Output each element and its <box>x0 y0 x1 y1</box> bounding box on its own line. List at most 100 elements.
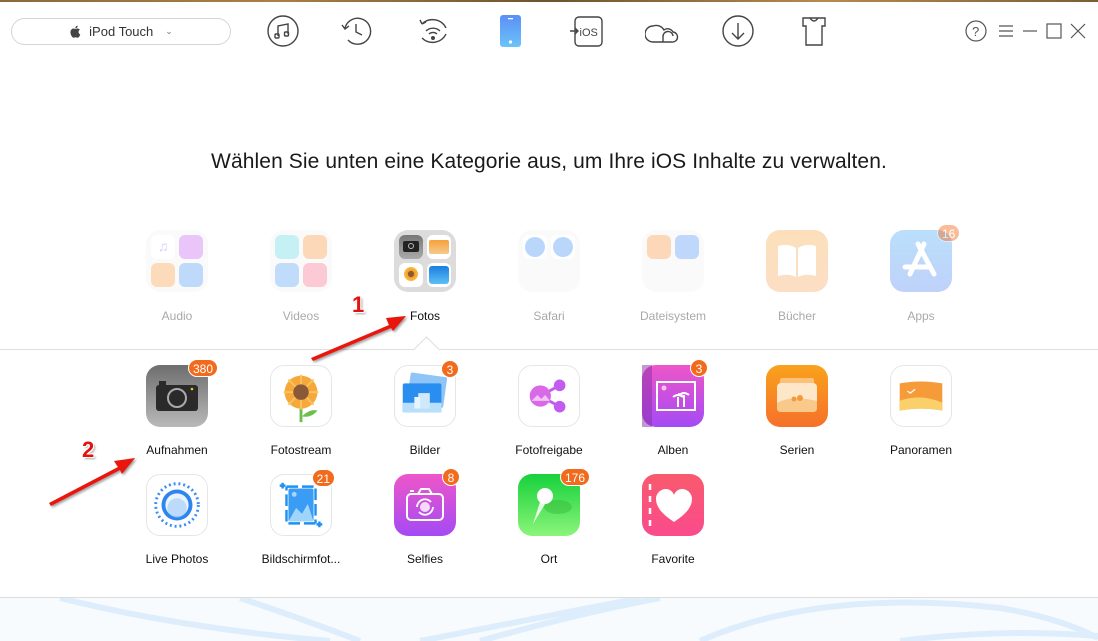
album-icon: 3 <box>642 359 708 427</box>
category-dateisystem[interactable]: Dateisystem <box>628 230 718 323</box>
camera-icon: 380 <box>146 359 218 427</box>
count-badge: 176 <box>559 468 590 486</box>
maximize-button[interactable] <box>1043 20 1065 42</box>
photo-share-icon <box>518 365 580 427</box>
backup-button[interactable] <box>340 14 374 48</box>
location-pin-icon: 176 <box>518 468 590 536</box>
subcategory-aufnahmen[interactable]: 380 Aufnahmen <box>127 359 227 457</box>
count-badge: 380 <box>187 359 218 377</box>
svg-text:?: ? <box>972 24 979 39</box>
category-label: Safari <box>533 309 565 323</box>
help-button[interactable]: ? <box>965 20 987 42</box>
device-icon <box>500 15 521 47</box>
menu-icon <box>999 25 1013 37</box>
dateisystem-folder-icon <box>642 230 704 292</box>
apple-icon <box>70 25 81 38</box>
category-label: Bücher <box>777 309 817 323</box>
minimize-button[interactable] <box>1019 20 1041 42</box>
live-photos-icon <box>146 474 208 536</box>
page-heading: Wählen Sie unten eine Kategorie aus, um … <box>211 150 887 173</box>
annotation-number-1: 1 <box>352 292 365 317</box>
download-button[interactable] <box>721 14 755 48</box>
menu-button[interactable] <box>995 20 1017 42</box>
count-badge: 8 <box>442 468 460 486</box>
panel-divider <box>0 349 1098 350</box>
ios-mover-icon: iOS <box>570 16 603 47</box>
subcategory-livephotos[interactable]: Live Photos <box>127 474 227 566</box>
category-apps[interactable]: Apps <box>876 230 966 323</box>
help-icon: ? <box>965 20 987 42</box>
footer-background <box>0 598 1098 641</box>
annotation-number-2: 2 <box>82 437 95 462</box>
subcategory-label: Fotofreigabe <box>515 443 583 457</box>
cloud-icon <box>645 24 679 43</box>
subcategory-label: Ort <box>540 552 558 566</box>
subcategory-label: Bildschirmfot... <box>261 552 341 566</box>
maximize-icon <box>1046 23 1062 39</box>
category-buecher[interactable]: Bücher <box>752 230 842 323</box>
wifi-button[interactable] <box>416 14 450 48</box>
active-category-pointer <box>410 333 442 350</box>
subcategory-label: Fotostream <box>270 443 332 457</box>
category-safari[interactable]: Safari <box>504 230 594 323</box>
panorama-icon <box>890 365 952 427</box>
category-label: Videos <box>282 309 320 323</box>
subcategory-alben[interactable]: 3 Alben <box>623 359 723 457</box>
device-button[interactable] <box>493 14 527 48</box>
audio-folder-icon: ♫ <box>146 230 208 292</box>
subcategory-label: Alben <box>657 443 689 457</box>
subcategory-favorite[interactable]: Favorite <box>623 474 723 566</box>
pictures-icon: 3 <box>394 360 459 427</box>
category-label: Apps <box>907 309 935 323</box>
close-button[interactable] <box>1067 20 1089 42</box>
selfie-camera-icon: 8 <box>394 468 460 536</box>
category-label: Audio <box>161 309 193 323</box>
apps-badge: 16 <box>937 224 961 242</box>
subcategory-fotofreigabe[interactable]: Fotofreigabe <box>499 365 599 457</box>
subcategory-serien[interactable]: Serien <box>747 365 847 457</box>
window-top-border <box>0 0 1098 2</box>
subcategory-label: Bilder <box>409 443 441 457</box>
count-badge: 3 <box>441 360 459 378</box>
minimize-icon <box>1023 30 1037 32</box>
subcategory-panoramen[interactable]: Panoramen <box>871 365 971 457</box>
skin-button[interactable] <box>797 14 831 48</box>
close-icon <box>1070 23 1086 39</box>
device-selector[interactable]: iPod Touch ⌄ <box>11 18 231 45</box>
wifi-sync-icon <box>419 18 447 44</box>
history-backup-icon <box>341 17 372 45</box>
music-icon <box>267 15 299 47</box>
music-button[interactable] <box>266 14 300 48</box>
category-fotos[interactable]: Fotos <box>380 230 470 323</box>
tshirt-icon <box>802 17 826 46</box>
safari-folder-icon <box>518 230 580 292</box>
burst-icon <box>766 365 828 427</box>
svg-text:iOS: iOS <box>580 27 598 39</box>
subcategory-bildschirmfotos[interactable]: 21 Bildschirmfot... <box>251 469 351 566</box>
device-name: iPod Touch <box>89 24 154 39</box>
videos-folder-icon <box>270 230 332 292</box>
subcategory-fotostream[interactable]: Fotostream <box>251 365 351 457</box>
subcategory-label: Favorite <box>651 552 695 566</box>
subcategory-ort[interactable]: 176 Ort <box>499 468 599 566</box>
count-badge: 21 <box>311 469 335 487</box>
category-videos[interactable]: Videos <box>256 230 346 323</box>
count-badge: 3 <box>690 359 708 377</box>
sunflower-icon <box>270 365 332 427</box>
subcategory-label: Live Photos <box>145 552 209 566</box>
cloud-button[interactable] <box>645 14 679 48</box>
subcategory-selfies[interactable]: 8 Selfies <box>375 468 475 566</box>
subcategory-label: Serien <box>779 443 815 457</box>
heart-icon <box>642 474 704 536</box>
book-icon <box>766 230 828 292</box>
category-label: Fotos <box>409 309 440 323</box>
ios-mover-button[interactable]: iOS <box>569 14 603 48</box>
chevron-down-icon: ⌄ <box>165 26 173 36</box>
category-label: Dateisystem <box>639 309 707 323</box>
subcategory-label: Selfies <box>406 552 444 566</box>
subcategory-bilder[interactable]: 3 Bilder <box>375 360 475 457</box>
subcategory-label: Panoramen <box>889 443 953 457</box>
subcategory-label: Aufnahmen <box>146 443 208 457</box>
category-audio[interactable]: ♫ Audio <box>132 230 222 323</box>
download-icon <box>722 15 754 47</box>
